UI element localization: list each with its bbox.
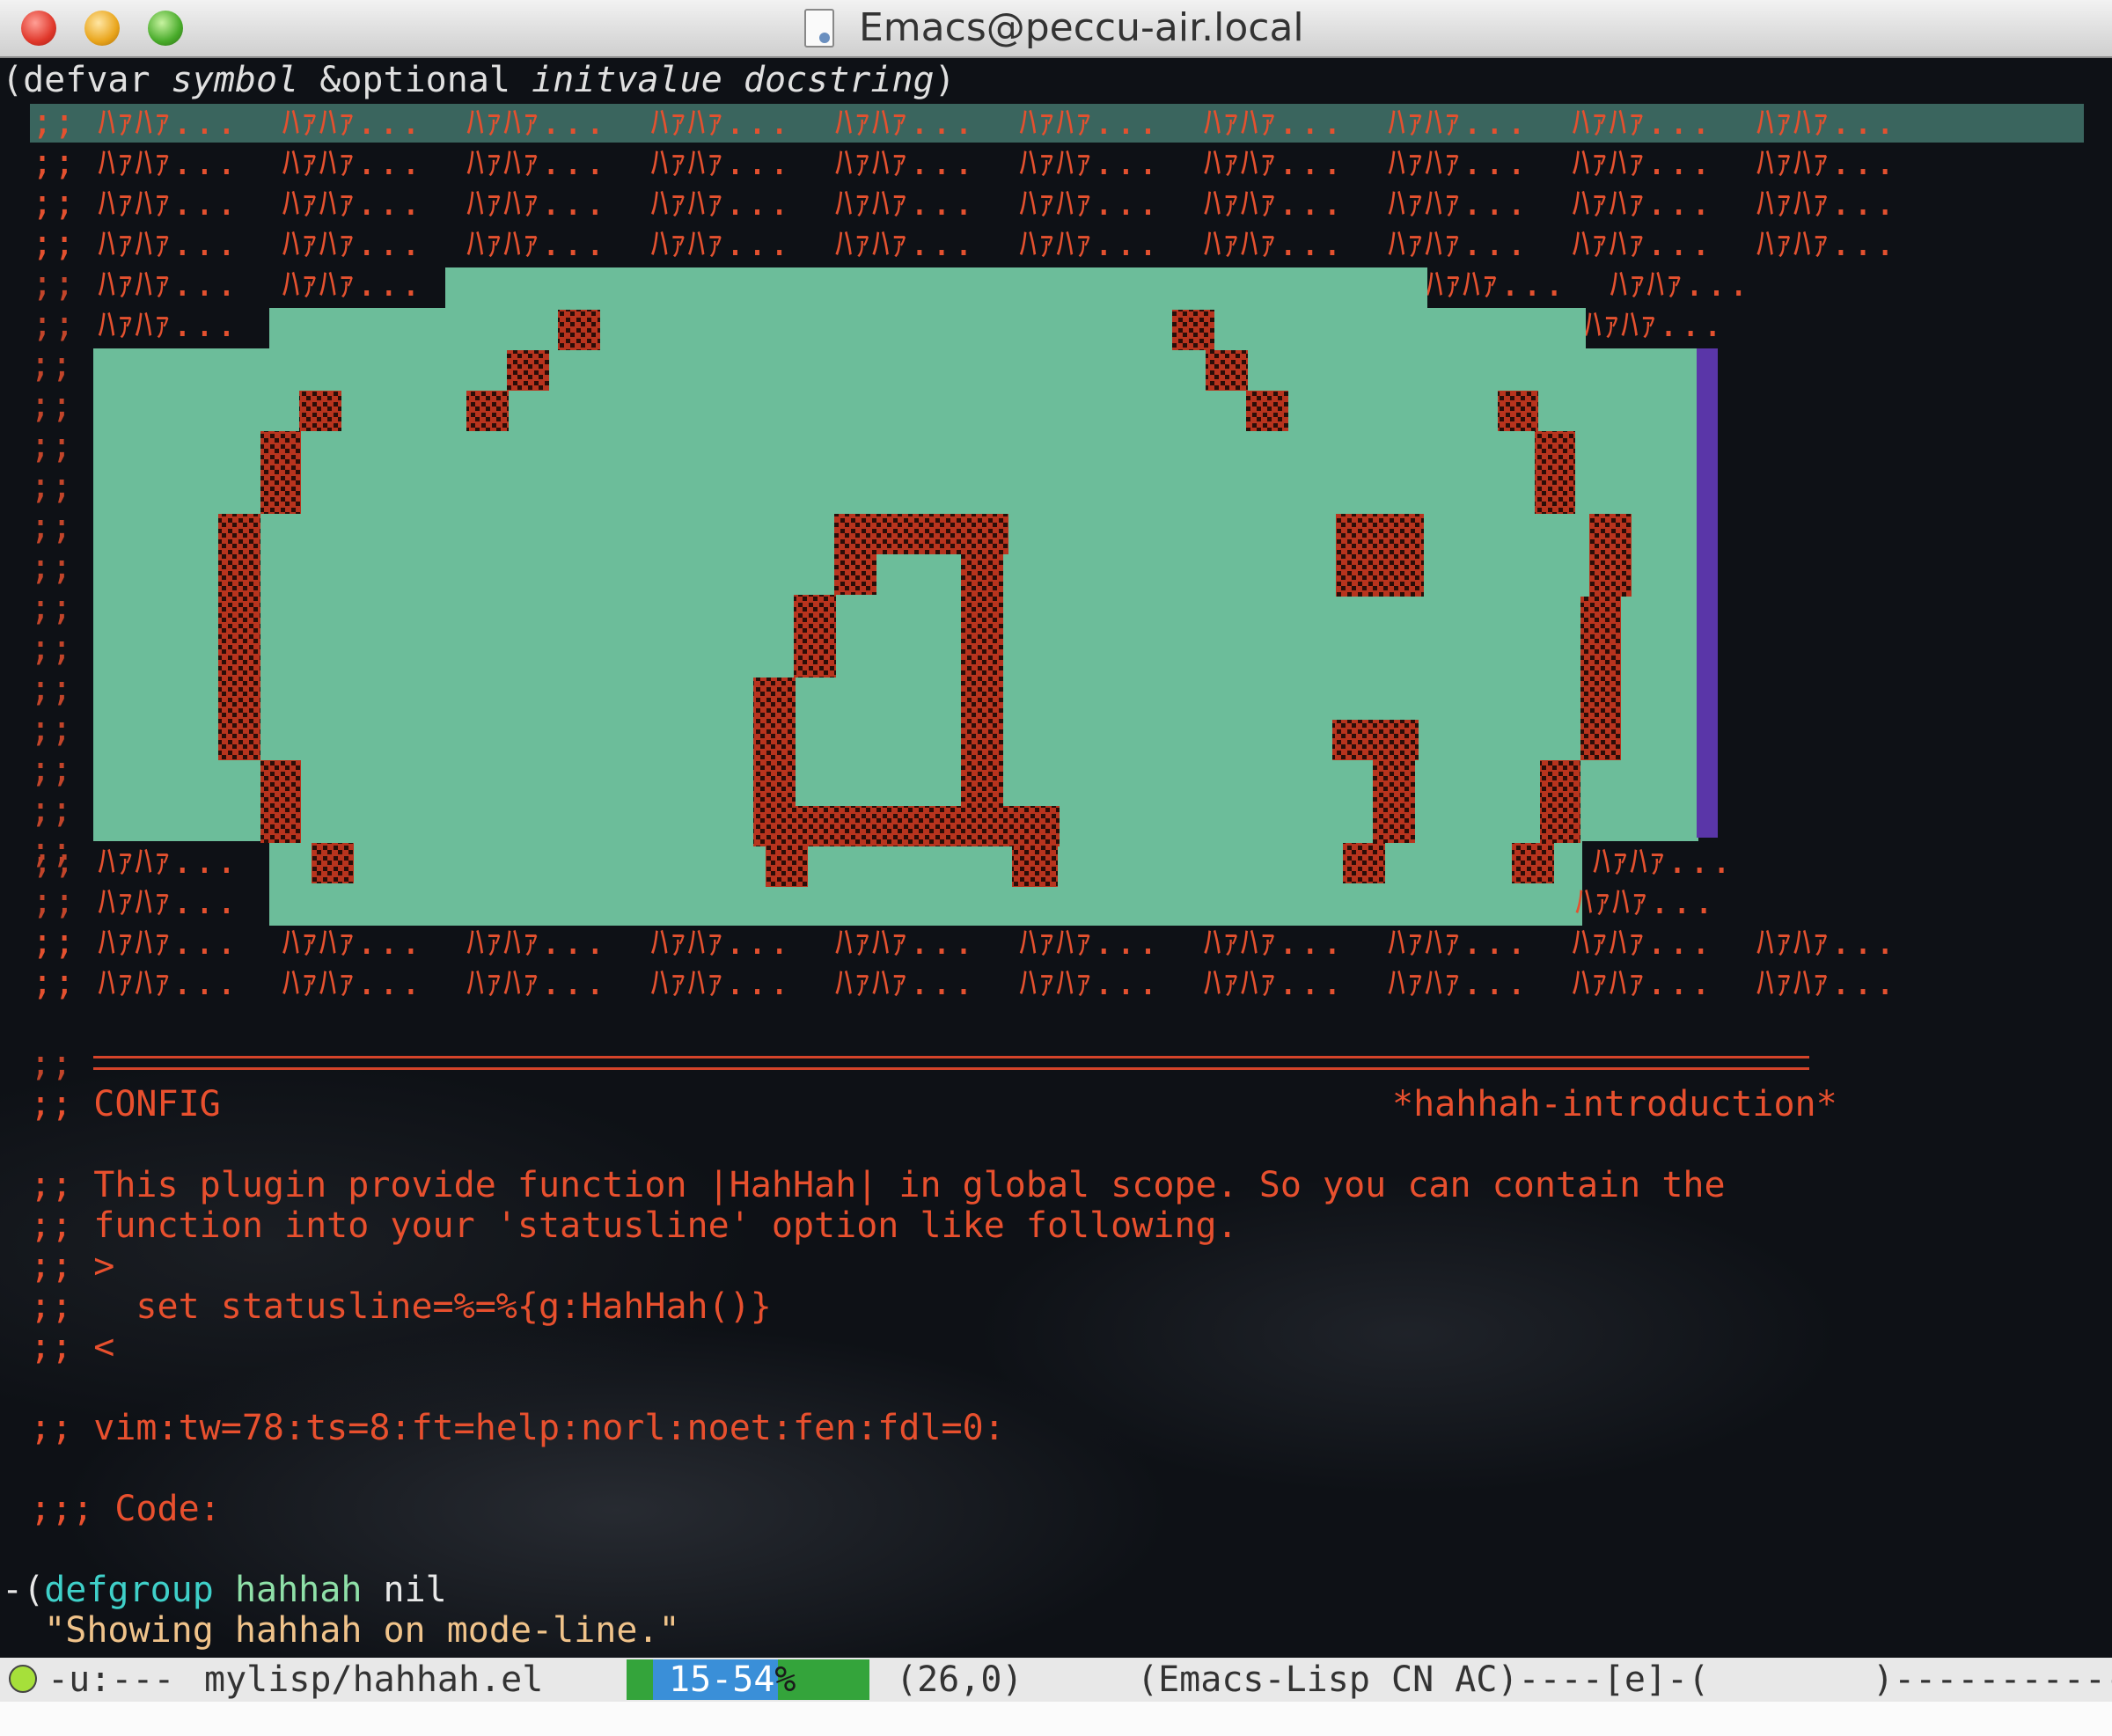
face-left-paren — [218, 391, 354, 883]
face-left-eye — [466, 310, 600, 431]
editor-buffer[interactable]: (defvar symbol &optional initvalue docst… — [0, 58, 2112, 1659]
comment-marker: ;; — [30, 750, 73, 790]
doc-code-line: ;; set statusline=%=%{g:HahHah()} — [30, 1286, 772, 1327]
minimize-window-button[interactable] — [84, 11, 120, 46]
ascii-art-row: ﾊｧﾊｧ... — [1584, 304, 1725, 345]
defgroup-docstring: "Showing hahhah on mode-line." — [2, 1610, 680, 1651]
echo-prefix: (defvar — [2, 60, 172, 100]
ascii-art-row: ;; ﾊｧﾊｧ... ﾊｧﾊｧ... — [32, 264, 422, 304]
doc-line: ;; function into your 'statusline' optio… — [30, 1205, 1238, 1246]
group-name: hahhah — [234, 1570, 363, 1610]
ascii-art-row: ﾊｧﾊｧ... — [1575, 882, 1716, 922]
position-range: 15-54 — [669, 1659, 775, 1700]
status-indicator-icon — [9, 1665, 37, 1693]
ascii-art-row: ;; ﾊｧﾊｧ... ﾊｧﾊｧ... ﾊｧﾊｧ... ﾊｧﾊｧ... ﾊｧﾊｧ.… — [32, 963, 1897, 1003]
comment-marker: ;; — [30, 466, 73, 507]
mode-line-tail: )--------------- — [1873, 1659, 2112, 1700]
eldoc-echo-line: (defvar symbol &optional initvalue docst… — [2, 60, 956, 100]
buffer-filename[interactable]: mylisp/hahhah.el — [204, 1658, 543, 1702]
ascii-art-row: ;; ﾊｧﾊｧ... ﾊｧﾊｧ... ﾊｧﾊｧ... ﾊｧﾊｧ... ﾊｧﾊｧ.… — [32, 183, 1897, 223]
face-right-paren — [1498, 391, 1632, 883]
title-bar[interactable]: Emacs@peccu-air.local — [0, 0, 2112, 58]
minibuffer[interactable] — [0, 1702, 2112, 1736]
defgroup-line: -(defgroup hahhah nil — [2, 1570, 447, 1610]
ascii-art-row: ;; ﾊｧﾊｧ... — [32, 304, 238, 345]
config-tag: *hahhah-introduction* — [1392, 1084, 1837, 1124]
comment-marker: ;; — [30, 1084, 73, 1124]
echo-arg-symbol: symbol — [171, 60, 299, 100]
zoom-window-button[interactable] — [148, 11, 183, 46]
config-label: CONFIG — [93, 1084, 221, 1124]
ascii-side-left: ﾊｧﾊｧ... — [98, 841, 238, 882]
ascii-art-row: ;; ﾊｧﾊｧ... ﾊｧﾊｧ... ﾊｧﾊｧ... ﾊｧﾊｧ... ﾊｧﾊｧ.… — [32, 143, 1897, 183]
comment-marker: ;; — [30, 588, 73, 628]
doc-separator — [93, 1056, 1809, 1070]
ascii-art-row: ;; ﾊｧﾊｧ... ﾊｧﾊｧ... ﾊｧﾊｧ... ﾊｧﾊｧ... ﾊｧﾊｧ.… — [32, 102, 1897, 143]
comment-marker: ;; — [30, 709, 73, 750]
config-line: ;; CONFIG — [30, 1084, 221, 1124]
nil-token: nil — [362, 1570, 447, 1610]
comment-marker: ;; — [30, 547, 73, 588]
face-edge — [1697, 348, 1718, 838]
buffer-flags: -u:--- — [48, 1659, 175, 1700]
comment-marker: ;; — [30, 1044, 73, 1084]
echo-arg-rest: initvalue docstring — [532, 60, 935, 100]
ascii-art-row: ;; ﾊｧﾊｧ... ﾊｧﾊｧ... ﾊｧﾊｧ... ﾊｧﾊｧ... ﾊｧﾊｧ.… — [32, 922, 1897, 963]
cursor-position: (26,0) — [896, 1659, 1023, 1700]
ascii-side-left: ﾊｧﾊｧ... — [98, 882, 238, 922]
doc-line: ;; This plugin provide function |HahHah|… — [30, 1165, 1726, 1205]
fold-marker: - — [2, 1570, 24, 1610]
comment-marker: ;; — [30, 385, 73, 426]
doc-line: ;; > — [30, 1246, 115, 1286]
face-semicolon — [1332, 514, 1424, 883]
paren: ( — [23, 1570, 45, 1610]
ascii-side-left: ﾊｧﾊｧ... — [98, 304, 238, 345]
vim-modeline: ;; vim:tw=78:ts=8:ft=help:norl:noet:fen:… — [30, 1408, 1005, 1448]
ascii-art-row: ;; ﾊｧﾊｧ... — [32, 841, 238, 882]
mode-line[interactable]: -u:--- mylisp/hahhah.el 15-54% (26,0) (E… — [0, 1658, 2112, 1702]
face-background — [93, 267, 1698, 926]
doc-line: ;; < — [30, 1327, 115, 1367]
code-header: ;;; Code: — [30, 1489, 221, 1529]
face-mouth — [753, 514, 1060, 887]
comment-marker: ;; — [30, 507, 73, 547]
comment-marker: ;; — [30, 628, 73, 669]
comment-marker: ;; — [30, 790, 73, 831]
echo-suffix: ) — [934, 60, 956, 100]
face-right-eye — [1172, 310, 1288, 431]
echo-optional: &optional — [298, 60, 532, 100]
ascii-art-row: ;; ﾊｧﾊｧ... — [32, 882, 238, 922]
comment-marker: ;; — [30, 345, 73, 385]
ascii-art-row: ﾊｧﾊｧ... — [1593, 841, 1734, 882]
comment-marker: ;; — [30, 669, 73, 709]
window-title: Emacs@peccu-air.local — [859, 5, 1304, 50]
document-proxy-icon[interactable] — [804, 9, 834, 48]
emacs-window: Emacs@peccu-air.local (defvar symbol &op… — [0, 0, 2112, 1736]
position-percent: % — [774, 1659, 796, 1700]
keyword-defgroup: defgroup — [44, 1570, 214, 1610]
ascii-side-left: ﾊｧﾊｧ... ﾊｧﾊｧ... — [98, 264, 422, 304]
close-window-button[interactable] — [21, 11, 56, 46]
ascii-art-row: ﾊｧﾊｧ... ﾊｧﾊｧ... — [1426, 264, 1750, 304]
ascii-art-row: ;; ﾊｧﾊｧ... ﾊｧﾊｧ... ﾊｧﾊｧ... ﾊｧﾊｧ... ﾊｧﾊｧ.… — [32, 223, 1897, 264]
comment-marker: ;; — [30, 426, 73, 466]
position-text: 15-54% — [669, 1658, 796, 1702]
major-mode[interactable]: (Emacs-Lisp CN AC)----[e]-( — [1137, 1658, 1709, 1702]
